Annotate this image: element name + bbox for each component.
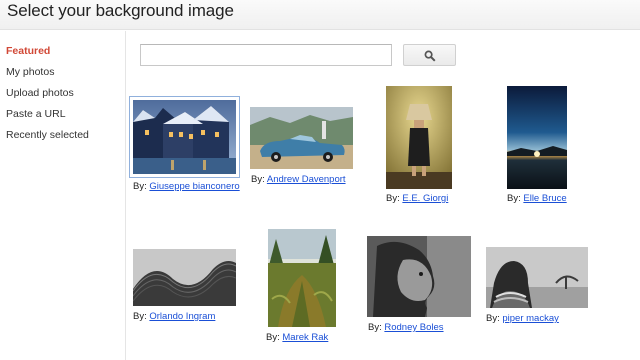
search-button[interactable] xyxy=(403,44,456,66)
by-label: By: xyxy=(133,181,147,192)
photo-thumbnail-selected-frame[interactable] xyxy=(129,96,240,178)
sidebar: Featured My photos Upload photos Paste a… xyxy=(0,31,126,360)
photo-caption: By: piper mackay xyxy=(486,313,559,324)
by-label: By: xyxy=(133,311,147,322)
sunset-over-water-image xyxy=(507,86,567,189)
author-link[interactable]: Orlando Ingram xyxy=(149,311,215,322)
sidebar-item-my-photos[interactable]: My photos xyxy=(6,66,54,78)
sidebar-item-paste-url[interactable]: Paste a URL xyxy=(6,108,66,120)
magnifier-icon xyxy=(424,50,436,62)
photo-thumbnail[interactable] xyxy=(367,236,471,317)
search-input[interactable] xyxy=(140,44,392,66)
by-label: By: xyxy=(507,193,521,204)
author-link[interactable]: Rodney Boles xyxy=(384,322,443,333)
tribal-portrait-savanna-image xyxy=(486,247,588,308)
photo-thumbnail[interactable] xyxy=(386,86,452,189)
wavy-architecture-bw-image xyxy=(133,249,236,306)
figure-with-lampshade-image xyxy=(386,86,452,189)
author-link[interactable]: Andrew Davenport xyxy=(267,174,346,185)
photo-caption: By: Orlando Ingram xyxy=(133,311,215,322)
by-label: By: xyxy=(266,332,280,343)
photo-caption: By: Elle Bruce xyxy=(507,193,567,204)
by-label: By: xyxy=(386,193,400,204)
dialog-header: Select your background image xyxy=(0,0,640,30)
sidebar-item-featured[interactable]: Featured xyxy=(6,45,50,57)
snowy-canal-village-image xyxy=(133,100,236,174)
photo-caption: By: Rodney Boles xyxy=(368,322,444,333)
sidebar-item-recently-selected[interactable]: Recently selected xyxy=(6,129,89,141)
photo-caption: By: Giuseppe bianconero xyxy=(133,181,240,192)
dialog-title: Select your background image xyxy=(7,1,234,20)
photo-thumbnail[interactable] xyxy=(133,249,236,306)
by-label: By: xyxy=(251,174,265,185)
author-link[interactable]: E.E. Giorgi xyxy=(402,193,448,204)
photo-caption: By: Andrew Davenport xyxy=(251,174,346,185)
author-link[interactable]: Giuseppe bianconero xyxy=(149,181,239,192)
ferns-and-trees-image xyxy=(268,229,336,327)
photo-thumbnail[interactable] xyxy=(486,247,588,308)
vintage-blue-car-image xyxy=(250,107,353,169)
photo-caption: By: Marek Rak xyxy=(266,332,328,343)
photo-caption: By: E.E. Giorgi xyxy=(386,193,448,204)
by-label: By: xyxy=(368,322,382,333)
author-link[interactable]: piper mackay xyxy=(502,313,559,324)
sidebar-item-upload-photos[interactable]: Upload photos xyxy=(6,87,74,99)
photo-thumbnail[interactable] xyxy=(507,86,567,189)
photo-thumbnail[interactable] xyxy=(250,107,353,169)
by-label: By: xyxy=(486,313,500,324)
photo-thumbnail[interactable] xyxy=(268,229,336,327)
author-link[interactable]: Marek Rak xyxy=(282,332,328,343)
author-link[interactable]: Elle Bruce xyxy=(523,193,566,204)
bw-portrait-profile-image xyxy=(367,236,471,317)
